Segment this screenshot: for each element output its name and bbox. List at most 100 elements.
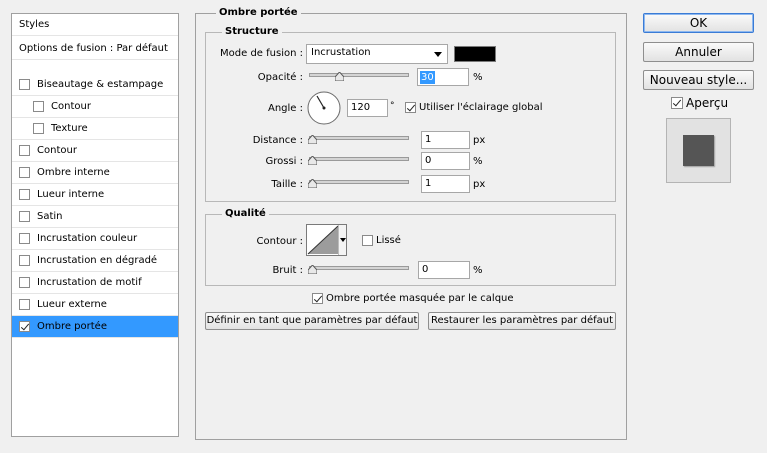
style-item[interactable]: Lueur externe <box>12 294 178 316</box>
preview-label: Aperçu <box>686 96 729 110</box>
style-preview <box>666 118 731 183</box>
spread-slider-track <box>309 157 409 161</box>
styles-header[interactable]: Styles <box>12 14 178 36</box>
style-item[interactable]: Incrustation couleur <box>12 228 178 250</box>
shadow-color-swatch[interactable] <box>454 46 496 62</box>
contour-curve-icon <box>307 225 339 255</box>
style-item[interactable]: Texture <box>12 118 178 140</box>
style-item-label: Lueur interne <box>37 189 105 200</box>
opacity-input[interactable]: 30 <box>417 68 469 86</box>
style-item[interactable]: Incrustation de motif <box>12 272 178 294</box>
chevron-down-icon <box>434 52 442 57</box>
angle-unit: ° <box>390 101 395 111</box>
distance-slider-thumb[interactable] <box>308 135 317 144</box>
style-item-checkbox[interactable] <box>19 211 30 222</box>
opacity-slider[interactable] <box>309 70 409 81</box>
contour-picker[interactable] <box>306 224 347 256</box>
noise-slider-track <box>309 266 409 270</box>
contour-dropdown[interactable] <box>338 225 346 255</box>
spread-label: Grossi : <box>265 156 303 167</box>
opacity-unit: % <box>473 72 483 83</box>
size-input[interactable]: 1 <box>421 175 470 193</box>
spread-input[interactable]: 0 <box>421 152 470 170</box>
style-item-label: Contour <box>51 101 91 112</box>
style-item[interactable]: Biseautage & estampage <box>12 74 178 96</box>
style-item-checkbox[interactable] <box>19 255 30 266</box>
noise-unit: % <box>473 265 483 276</box>
style-item-checkbox[interactable] <box>19 79 30 90</box>
blend-mode-select[interactable]: Incrustation <box>306 44 448 64</box>
opacity-slider-thumb[interactable] <box>335 72 344 81</box>
style-item-checkbox[interactable] <box>19 167 30 178</box>
structure-title: Structure <box>222 26 282 37</box>
blend-options-label: Options de fusion : Par défaut <box>19 43 168 54</box>
drop-shadow-title: Ombre portée <box>216 7 301 18</box>
quality-title: Qualité <box>222 208 269 219</box>
style-item[interactable]: Ombre interne <box>12 162 178 184</box>
style-item-checkbox[interactable] <box>33 123 44 134</box>
global-light-checkbox[interactable]: Utiliser l'éclairage global <box>405 102 543 113</box>
style-item-label: Lueur externe <box>37 299 107 310</box>
style-item[interactable]: Satin <box>12 206 178 228</box>
preview-swatch <box>683 135 714 166</box>
style-item-label: Ombre portée <box>37 321 107 332</box>
style-item-label: Texture <box>51 123 88 134</box>
size-slider-thumb[interactable] <box>308 179 317 188</box>
style-item-checkbox[interactable] <box>19 321 30 332</box>
noise-slider[interactable] <box>308 263 409 274</box>
preview-checkbox[interactable]: Aperçu <box>671 96 728 110</box>
style-item-checkbox[interactable] <box>19 277 30 288</box>
blend-mode-value: Incrustation <box>311 47 371 58</box>
style-item-checkbox[interactable] <box>19 233 30 244</box>
style-item[interactable]: Contour <box>12 140 178 162</box>
style-item-label: Biseautage & estampage <box>37 79 164 90</box>
cancel-button[interactable]: Annuler <box>643 42 754 62</box>
style-item[interactable]: Contour <box>12 96 178 118</box>
contour-label: Contour : <box>256 236 303 247</box>
style-item[interactable]: Lueur interne <box>12 184 178 206</box>
knockout-check-icon <box>312 293 323 304</box>
style-item-label: Ombre interne <box>37 167 110 178</box>
antialias-checkbox[interactable]: Lissé <box>362 235 401 246</box>
global-light-check-icon <box>405 102 416 113</box>
distance-input[interactable]: 1 <box>421 131 470 149</box>
styles-header-label: Styles <box>19 19 50 30</box>
style-item[interactable]: Ombre portée <box>12 316 178 338</box>
opacity-value: 30 <box>420 71 435 84</box>
noise-label: Bruit : <box>272 265 303 276</box>
style-item-checkbox[interactable] <box>19 145 30 156</box>
noise-input[interactable]: 0 <box>418 261 470 279</box>
style-item-label: Incrustation en dégradé <box>37 255 158 266</box>
style-item-checkbox[interactable] <box>33 101 44 112</box>
style-item-label: Contour <box>37 145 77 156</box>
size-slider[interactable] <box>308 177 409 188</box>
spread-unit: % <box>473 156 483 167</box>
new-style-button[interactable]: Nouveau style... <box>643 70 754 90</box>
spread-slider-thumb[interactable] <box>308 156 317 165</box>
distance-label: Distance : <box>252 135 303 146</box>
blend-options-item[interactable]: Options de fusion : Par défaut <box>12 38 178 60</box>
spread-slider[interactable] <box>308 154 409 165</box>
ok-button[interactable]: OK <box>643 13 754 33</box>
angle-dial[interactable] <box>307 91 341 125</box>
global-light-label: Utiliser l'éclairage global <box>419 102 543 113</box>
style-item[interactable]: Incrustation en dégradé <box>12 250 178 272</box>
angle-label: Angle : <box>267 103 303 114</box>
style-item-checkbox[interactable] <box>19 189 30 200</box>
style-item-checkbox[interactable] <box>19 299 30 310</box>
style-item-label: Satin <box>37 211 63 222</box>
preview-check-icon <box>671 97 683 109</box>
knockout-checkbox[interactable]: Ombre portée masquée par le calque <box>312 293 514 304</box>
style-item-label: Incrustation de motif <box>37 277 142 288</box>
make-default-button[interactable]: Définir en tant que paramètres par défau… <box>205 312 419 330</box>
noise-slider-thumb[interactable] <box>308 265 317 274</box>
distance-unit: px <box>473 135 486 146</box>
reset-default-button[interactable]: Restaurer les paramètres par défaut <box>428 312 616 330</box>
size-unit: px <box>473 179 486 190</box>
angle-input[interactable]: 120 <box>347 99 388 117</box>
style-item-label: Incrustation couleur <box>37 233 138 244</box>
styles-list-panel: Styles Options de fusion : Par défaut Bi… <box>11 13 179 437</box>
distance-slider[interactable] <box>308 133 409 144</box>
antialias-check-icon <box>362 235 373 246</box>
opacity-label: Opacité : <box>257 72 303 83</box>
